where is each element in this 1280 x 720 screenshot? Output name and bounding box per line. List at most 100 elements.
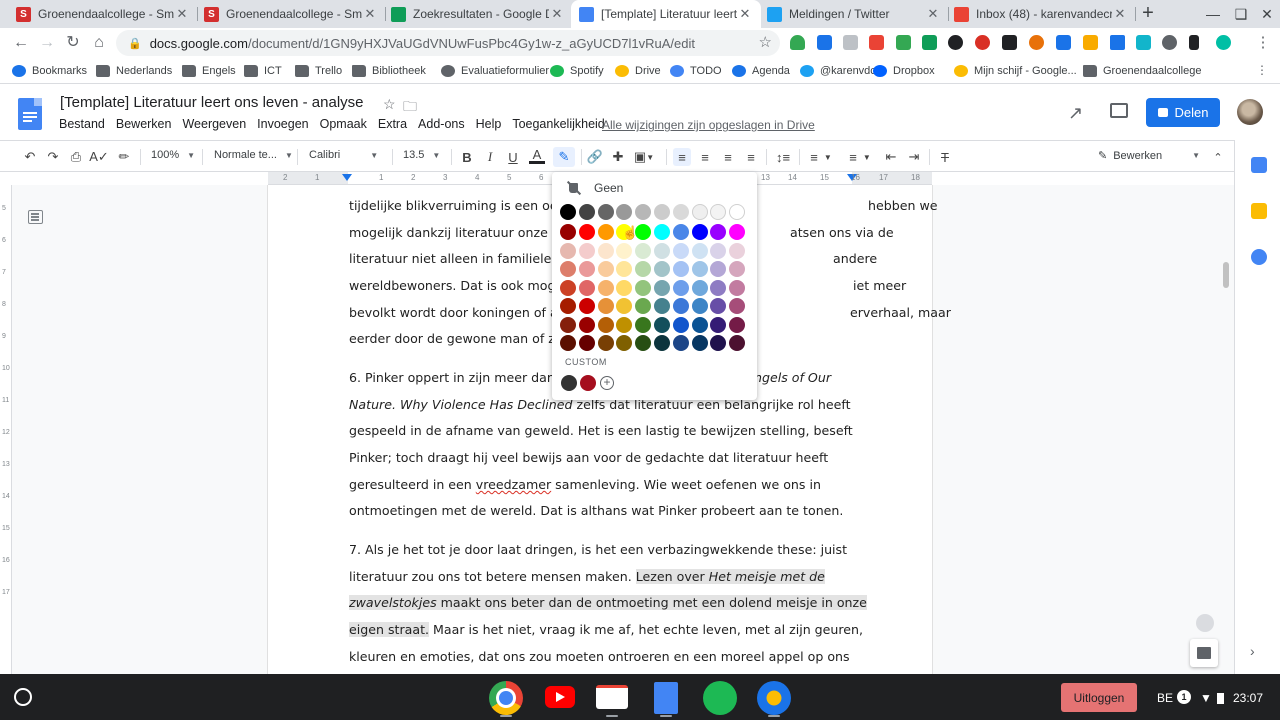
color-swatch[interactable] bbox=[729, 298, 746, 314]
color-swatch[interactable] bbox=[560, 261, 576, 277]
bookmark-item[interactable]: Evaluatieformulier bbox=[441, 63, 549, 79]
color-swatch[interactable] bbox=[560, 243, 576, 259]
color-swatch[interactable] bbox=[635, 243, 652, 259]
spellcheck-icon[interactable]: A✓ bbox=[89, 148, 109, 166]
line-spacing-icon[interactable]: ↕≡ bbox=[774, 148, 792, 166]
bookmark-item[interactable]: Mijn schijf - Google... bbox=[954, 63, 1077, 79]
link-extension-icon[interactable] bbox=[1110, 35, 1125, 50]
comment-icon[interactable] bbox=[1110, 103, 1128, 118]
color-swatch[interactable] bbox=[691, 243, 708, 259]
highlight-color-icon[interactable]: ✎ bbox=[553, 147, 575, 167]
red-circle-extension-icon[interactable] bbox=[975, 35, 990, 50]
color-swatch[interactable] bbox=[578, 280, 595, 296]
align-left-icon[interactable]: ≡ bbox=[673, 148, 691, 166]
save-status[interactable]: Alle wijzigingen zijn opgeslagen in Driv… bbox=[602, 118, 815, 132]
refresh-extension-icon[interactable] bbox=[1136, 35, 1151, 50]
paragraph-style-select[interactable]: Normale te... ▼ bbox=[214, 149, 293, 161]
browser-tab[interactable]: S Groenendaalcollege - Smartschool✕ bbox=[8, 0, 198, 28]
maximize-icon[interactable]: ❑ bbox=[1228, 3, 1254, 25]
download-extension-icon[interactable] bbox=[843, 35, 858, 50]
color-swatch[interactable] bbox=[729, 243, 746, 259]
increase-indent-icon[interactable]: ⇥ bbox=[906, 148, 922, 166]
bookmark-item[interactable]: Bibliotheek bbox=[352, 63, 426, 79]
star-icon[interactable]: ☆ bbox=[383, 96, 396, 113]
undo-icon[interactable]: ↶ bbox=[22, 148, 38, 166]
color-swatch[interactable] bbox=[635, 261, 652, 277]
insert-image-icon[interactable]: ▣ ▼ bbox=[633, 148, 655, 166]
gmail-icon[interactable] bbox=[596, 685, 628, 709]
pen-extension-icon[interactable] bbox=[948, 35, 963, 50]
logout-button[interactable]: Uitloggen bbox=[1061, 683, 1137, 712]
close-window-icon[interactable]: ✕ bbox=[1254, 3, 1280, 25]
font-size-select[interactable]: 13.5 ▼ bbox=[403, 149, 440, 161]
bookmark-item[interactable]: Dropbox bbox=[873, 63, 935, 79]
color-swatch[interactable] bbox=[691, 317, 708, 333]
share-extension-icon[interactable] bbox=[869, 35, 884, 50]
chrome-menu-icon[interactable]: ⋮ bbox=[1252, 32, 1274, 54]
bookmark-item[interactable]: Spotify bbox=[550, 63, 604, 79]
color-swatch[interactable] bbox=[672, 261, 689, 277]
close-tab-icon[interactable]: ✕ bbox=[174, 6, 190, 22]
menu-item[interactable]: Weergeven bbox=[182, 117, 246, 131]
calendar-extension-icon[interactable] bbox=[1056, 35, 1071, 50]
bold-icon[interactable]: B bbox=[460, 148, 474, 166]
color-swatch[interactable] bbox=[578, 261, 595, 277]
color-swatch[interactable] bbox=[560, 280, 576, 296]
document-outline-icon[interactable] bbox=[28, 210, 43, 224]
avatar[interactable] bbox=[1237, 99, 1263, 125]
shield-extension-icon[interactable] bbox=[790, 35, 805, 50]
color-swatch[interactable] bbox=[578, 317, 595, 333]
color-swatch[interactable] bbox=[729, 335, 746, 351]
address-bar[interactable]: 🔒 docs.google.com/document/d/1GN9yHXJVaU… bbox=[116, 30, 780, 56]
color-swatch[interactable] bbox=[597, 335, 614, 351]
bookmark-item[interactable]: @karenvdc bbox=[800, 63, 876, 79]
add-custom-color-icon[interactable]: + bbox=[600, 376, 614, 390]
color-swatch[interactable] bbox=[578, 224, 595, 240]
bookmark-item[interactable]: Nederlands bbox=[96, 63, 172, 79]
color-swatch[interactable] bbox=[691, 261, 708, 277]
color-swatch[interactable] bbox=[710, 243, 727, 259]
color-swatch[interactable] bbox=[691, 280, 708, 296]
color-swatch[interactable] bbox=[560, 204, 576, 220]
custom-color-swatch[interactable] bbox=[561, 375, 577, 391]
color-swatch[interactable] bbox=[635, 298, 652, 314]
screen-extension-icon[interactable] bbox=[1002, 35, 1017, 50]
color-swatch[interactable] bbox=[578, 243, 595, 259]
color-swatch[interactable] bbox=[597, 243, 614, 259]
color-swatch[interactable] bbox=[691, 335, 708, 351]
color-swatch[interactable] bbox=[654, 335, 670, 351]
bookmark-item[interactable]: TODO bbox=[670, 63, 722, 79]
color-swatch[interactable] bbox=[616, 261, 633, 277]
color-swatch[interactable] bbox=[710, 224, 727, 240]
custom-color-swatch[interactable] bbox=[580, 375, 596, 391]
browser-tab[interactable]: S Groenendaalcollege - Smartschool✕ bbox=[196, 0, 386, 28]
color-swatch[interactable] bbox=[672, 204, 689, 220]
menu-item[interactable]: Extra bbox=[378, 117, 407, 131]
text-color-icon[interactable]: A bbox=[529, 147, 545, 164]
close-tab-icon[interactable]: ✕ bbox=[925, 6, 941, 22]
italic-icon[interactable]: I bbox=[483, 148, 497, 166]
activity-trend-icon[interactable]: ↗ bbox=[1068, 103, 1083, 124]
minimize-icon[interactable]: — bbox=[1200, 3, 1226, 25]
notification-badge[interactable]: 1 bbox=[1177, 690, 1191, 704]
color-swatch[interactable] bbox=[597, 298, 614, 314]
align-right-icon[interactable]: ≡ bbox=[720, 148, 736, 166]
menu-item[interactable]: Bewerken bbox=[116, 117, 172, 131]
browser-tab[interactable]: Meldingen / Twitter ✕ bbox=[759, 0, 949, 28]
menu-item[interactable]: Toegankelijkheid bbox=[512, 117, 604, 131]
browser-tab[interactable]: [Template] Literatuur leert ons leven✕ bbox=[571, 0, 761, 28]
link-icon[interactable]: 🔗 bbox=[587, 148, 603, 166]
clock[interactable]: 23:07 bbox=[1233, 691, 1263, 705]
bookmark-item[interactable]: Bookmarks bbox=[12, 63, 87, 79]
color-swatch[interactable] bbox=[654, 261, 670, 277]
color-swatch[interactable] bbox=[672, 280, 689, 296]
color-swatch[interactable] bbox=[654, 243, 670, 259]
redo-icon[interactable]: ↷ bbox=[45, 148, 61, 166]
color-swatch[interactable] bbox=[597, 317, 614, 333]
color-swatch[interactable] bbox=[729, 204, 746, 220]
underline-icon[interactable]: U bbox=[506, 148, 520, 166]
color-swatch[interactable] bbox=[560, 298, 576, 314]
color-swatch[interactable] bbox=[691, 298, 708, 314]
new-extension-icon[interactable] bbox=[1083, 35, 1098, 50]
green-extension-icon[interactable] bbox=[896, 35, 911, 50]
